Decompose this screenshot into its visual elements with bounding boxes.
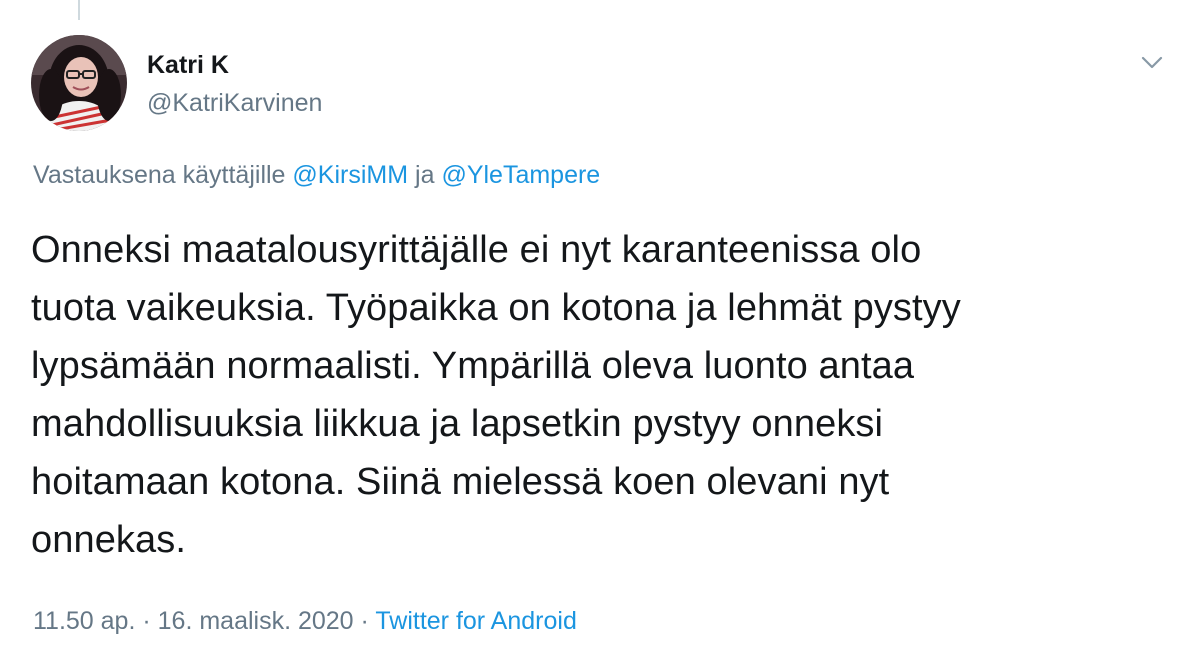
tweet-text-line: Onneksi maatalousyrittäjälle ei nyt kara… (31, 229, 922, 271)
tweet-text-line: hoitamaan kotona. Siinä mielessä koen ol… (31, 461, 890, 503)
reply-context: Vastauksena käyttäjille @KirsiMM ja @Yle… (33, 160, 600, 190)
mention-link-yletampere[interactable]: @YleTampere (441, 161, 600, 189)
tweet-meta: 11.50 ap. · 16. maalisk. 2020 · Twitter … (33, 606, 577, 636)
tweet-text-line: lypsämään normaalisti. Ympärillä oleva l… (31, 345, 915, 387)
mention-link-kirsimm[interactable]: @KirsiMM (292, 161, 408, 189)
tweet-text-line: tuota vaikeuksia. Työpaikka on kotona ja… (31, 287, 961, 329)
author-handle[interactable]: @KatriKarvinen (147, 88, 322, 118)
reply-context-prefix: Vastauksena käyttäjille (33, 161, 286, 189)
reply-context-conjunction: ja (415, 161, 435, 189)
tweet-text: Onneksi maatalousyrittäjälle ei nyt kara… (31, 221, 1171, 569)
tweet-date[interactable]: 16. maalisk. 2020 (158, 607, 354, 635)
meta-separator: · (142, 607, 151, 635)
chevron-down-icon[interactable] (1138, 48, 1166, 76)
author-display-name[interactable]: Katri K (147, 50, 229, 80)
avatar[interactable] (31, 35, 127, 131)
tweet-time[interactable]: 11.50 ap. (33, 607, 135, 635)
thread-connector-line (78, 0, 80, 20)
meta-separator: · (360, 607, 369, 635)
tweet-card: Katri K @KatriKarvinen Vastauksena käytt… (0, 0, 1198, 665)
tweet-text-line: mahdollisuuksia liikkua ja lapsetkin pys… (31, 403, 884, 445)
tweet-text-line: onnekas. (31, 519, 187, 561)
tweet-source-link[interactable]: Twitter for Android (375, 607, 576, 635)
